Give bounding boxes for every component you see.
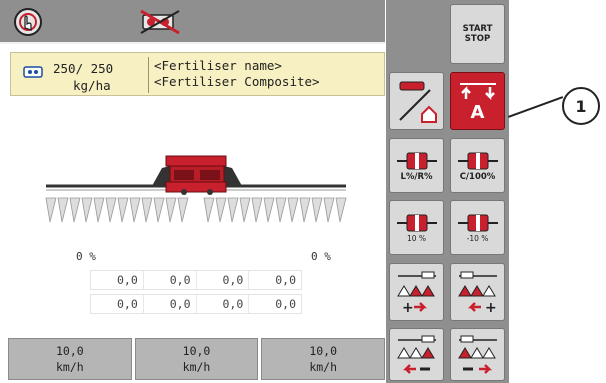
start-label: START — [462, 24, 493, 34]
right-section-remove-button[interactable] — [450, 328, 505, 381]
speed-value: 10,0 — [182, 344, 211, 358]
minus-10-button[interactable]: -10 % — [450, 200, 505, 255]
value-row-2: 0,0 0,0 0,0 0,0 — [90, 294, 302, 314]
fertiliser-name: <Fertiliser name> — [154, 58, 282, 73]
lr-percent-label: L%/R% — [400, 171, 433, 182]
value-cell: 0,0 — [275, 297, 296, 311]
callout-line — [508, 96, 564, 118]
right-percent: 0 % — [311, 250, 331, 263]
minus-10-label: -10 % — [466, 233, 489, 243]
value-cell: 0,0 — [275, 273, 296, 287]
left-percent: 0 % — [76, 250, 96, 263]
speed-value: 10,0 — [55, 344, 84, 358]
right-section-remove-icon — [457, 335, 497, 374]
lr-percent-button[interactable]: L%/R% — [389, 138, 444, 193]
home-position-button[interactable] — [389, 72, 444, 130]
right-section-add-button[interactable]: + — [450, 263, 505, 321]
right-section-add-icon: + — [457, 271, 497, 316]
value-cell: 0,0 — [144, 295, 197, 313]
speed-bar: 10,0 km/h 10,0 km/h 10,0 km/h — [8, 338, 386, 380]
spreader-diagram — [20, 150, 372, 230]
svg-text:+: + — [485, 300, 497, 316]
left-section-remove-icon — [396, 335, 436, 374]
home-position-icon — [398, 81, 437, 123]
divider — [148, 57, 149, 93]
spreader-icon — [457, 152, 498, 169]
left-section-add-button[interactable]: + — [389, 263, 444, 321]
left-section-add-icon: + — [396, 271, 436, 316]
spreader-icon — [396, 214, 437, 231]
product-info-panel[interactable]: 250/ 250 kg/ha <Fertiliser name> <Fertil… — [10, 52, 385, 96]
rate-value: 250/ 250 — [53, 61, 114, 76]
auto-boom-icon — [459, 83, 496, 101]
speed-unit: km/h — [182, 360, 211, 374]
value-row-1: 0,0 0,0 0,0 0,0 — [90, 270, 302, 290]
auto-label: A — [470, 102, 485, 123]
disabled-section-control-icon[interactable] — [135, 6, 185, 38]
speed-readout[interactable]: 10,0 km/h — [134, 338, 259, 380]
fertiliser-composite: <Fertiliser Composite> — [154, 74, 320, 89]
callout-marker: 1 — [562, 87, 600, 125]
value-cell: 0,0 — [91, 271, 144, 289]
spreader-icon — [396, 152, 437, 169]
stop-label: STOP — [464, 34, 491, 44]
spreader-icon — [152, 155, 242, 195]
c-100-button[interactable]: C/100% — [450, 138, 505, 193]
value-cell: 0,0 — [144, 271, 197, 289]
auto-mode-button[interactable]: A — [450, 72, 505, 130]
plus-10-label: 10 % — [406, 233, 427, 243]
speed-unit: km/h — [55, 360, 84, 374]
softkey-panel: START STOP A L%/R% C/100% 10 % -10 % + + — [386, 0, 509, 383]
value-cell: 0,0 — [91, 295, 144, 313]
value-cell: 0,0 — [197, 271, 250, 289]
start-stop-button[interactable]: START STOP — [450, 4, 505, 64]
left-section-remove-button[interactable] — [389, 328, 444, 381]
speed-unit: km/h — [309, 360, 338, 374]
hand-touch-icon[interactable] — [8, 6, 48, 38]
value-cell: 0,0 — [197, 295, 250, 313]
svg-text:+: + — [402, 300, 414, 316]
dosing-rate-icon — [23, 63, 43, 82]
rate-unit: kg/ha — [73, 78, 111, 93]
speed-readout[interactable]: 10,0 km/h — [8, 338, 132, 380]
plus-10-button[interactable]: 10 % — [389, 200, 444, 255]
speed-value: 10,0 — [309, 344, 338, 358]
c-100-label: C/100% — [459, 171, 496, 182]
status-bar — [0, 0, 385, 44]
speed-readout[interactable]: 10,0 km/h — [261, 338, 386, 380]
spreader-icon — [457, 214, 498, 231]
